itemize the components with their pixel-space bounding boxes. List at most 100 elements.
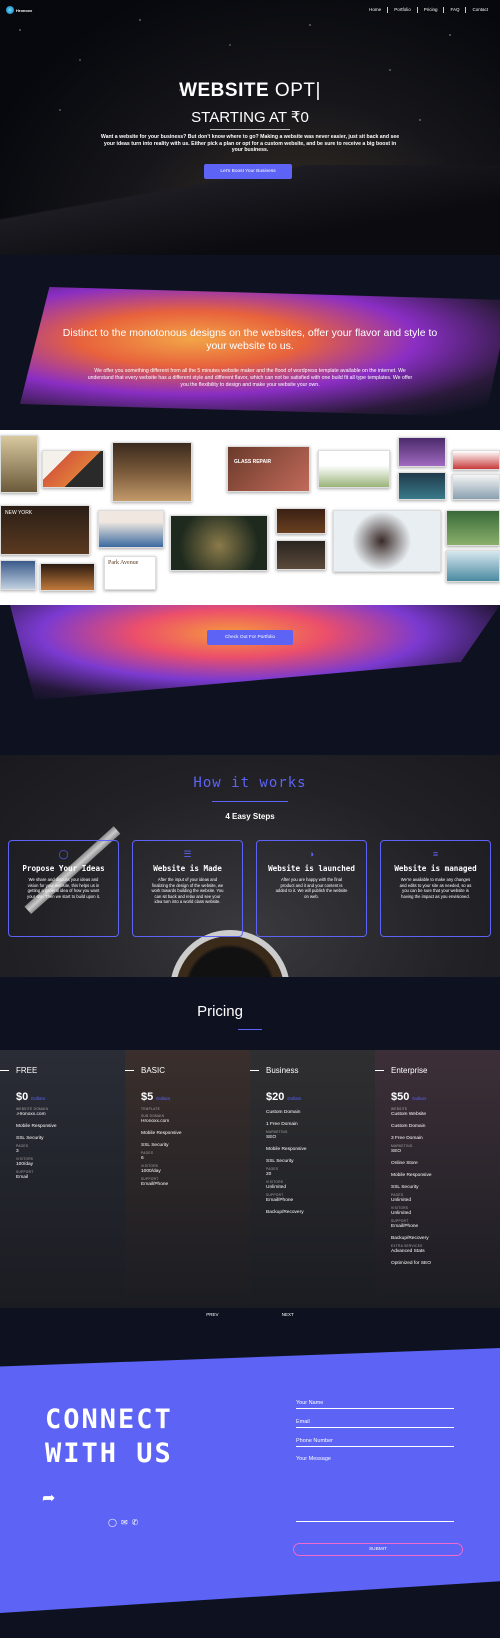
email-field[interactable]: Email (296, 1419, 454, 1428)
coffee-cup-decoration (170, 930, 290, 977)
feature-value: SSL Security (141, 1143, 169, 1148)
portfolio-thumb[interactable] (333, 510, 441, 572)
pricing-plans: FREE $0 Dollars WEBSITE DOMAIN .Hronoxx.com M… (0, 1050, 500, 1308)
step-card-managed: ≡ Website is managed We're available to … (380, 840, 491, 937)
portfolio-thumb[interactable] (170, 515, 268, 571)
portfolio-thumb[interactable] (276, 540, 326, 570)
step-card-launched: ◑ Website is launched After you are happ… (256, 840, 367, 937)
portfolio-thumb[interactable] (446, 510, 500, 546)
portfolio-thumb[interactable] (276, 508, 326, 534)
plan-1: BASIC $5 Dollars TEMPLATE SUB DOMAIN Hronoxx.… (125, 1050, 250, 1308)
plan-price: $20 Dollars (266, 1091, 375, 1103)
nav-item-faq[interactable]: FAQ (443, 7, 465, 13)
price-value: $50 (391, 1091, 410, 1103)
hero-title-typed: OPT| (274, 80, 321, 101)
portfolio-thumb[interactable] (0, 435, 38, 493)
nav-item-home[interactable]: Home (363, 7, 387, 13)
feature-label: MARKETING (391, 1144, 413, 1148)
design-title: Distinct to the monotonous designs on th… (62, 327, 438, 352)
instagram-icon[interactable]: ◯ (108, 1518, 117, 1527)
feature-label: WEBSITE DOMAIN (16, 1107, 49, 1111)
plan-content: BASIC $5 Dollars TEMPLATE SUB DOMAIN Hronoxx.… (125, 1050, 250, 1187)
feature-value: 20 (266, 1172, 272, 1177)
feature-value: Unlimited (266, 1185, 286, 1190)
step-card-made: ☰ Website is Made After the input of you… (132, 840, 243, 937)
pricing-divider (238, 1029, 262, 1030)
feature-value: Unlimited (391, 1198, 411, 1203)
nav-item-pricing[interactable]: Pricing (416, 7, 444, 13)
portfolio-thumb[interactable] (112, 442, 192, 502)
hero-title-bold: WEBSITE (179, 80, 270, 101)
whatsapp-icon[interactable]: ✆ (132, 1518, 139, 1527)
phone-field[interactable]: Phone Number (296, 1438, 454, 1447)
hero-divider (210, 129, 290, 130)
plan-features: WEBSITE Custom Website Custom Domain 3 Free… (391, 1107, 500, 1266)
boost-business-button[interactable]: Let's Boost Your Business (204, 164, 292, 179)
thumb-text: NEW YORK (5, 510, 33, 516)
step-text: After the input of your ideas and finali… (151, 877, 224, 905)
feature-label: VISITORS (141, 1164, 159, 1168)
price-period: Dollars (31, 1096, 46, 1101)
feature-value: SSL Security (266, 1159, 294, 1164)
portfolio-thumb[interactable]: Park Avenue (104, 556, 156, 590)
feature-label: SUPPORT (266, 1193, 284, 1197)
pricing-pager: PREV NEXT (0, 1312, 500, 1317)
feature-label: PAGES (391, 1193, 404, 1197)
message-field[interactable]: Your Message (296, 1456, 454, 1522)
portfolio-thumb[interactable]: GLASS REPAIR (227, 446, 310, 492)
design-paragraph: We offer you something different from al… (87, 368, 413, 388)
name-field[interactable]: Your Name (296, 1400, 454, 1409)
logo-text: Hronoxx (16, 7, 33, 13)
check-portfolio-button[interactable]: Check Out For Portfolio (207, 630, 293, 645)
portfolio-thumb[interactable]: NEW YORK (0, 505, 90, 555)
portfolio-thumb[interactable] (398, 437, 446, 467)
feature-label: WEBSITE (391, 1107, 408, 1111)
portfolio-thumb[interactable] (452, 450, 500, 470)
price-period: Dollars (156, 1096, 171, 1101)
color-splash-bottom (10, 605, 500, 700)
step-title: Website is Made (153, 864, 222, 873)
submit-button[interactable]: SUBMIT (293, 1543, 463, 1556)
plan-name: FREE (0, 1066, 125, 1075)
feature-label: VISITORS (16, 1157, 34, 1161)
feature-value: 100/day (16, 1162, 34, 1167)
nav-item-portfolio[interactable]: Portfolio (387, 7, 417, 13)
design-section: Distinct to the monotonous designs on th… (0, 255, 500, 755)
thumb-text: GLASS REPAIR (234, 459, 272, 465)
mail-icon[interactable]: ✉ (121, 1518, 128, 1527)
portfolio-thumb[interactable] (318, 450, 390, 488)
plan-content: Business $20 Dollars Custom Domain 1 Free Do… (250, 1050, 375, 1215)
hero-title: WEBSITE OPT| (0, 80, 500, 102)
feature-label: SUB DOMAIN (141, 1114, 165, 1118)
feature-value: Advanced Stats (391, 1249, 425, 1254)
feature-label: VISITORS (391, 1206, 409, 1210)
feature-value: Online Store (391, 1161, 418, 1166)
step-title: Propose Your Ideas (22, 864, 105, 873)
next-button[interactable]: NEXT (282, 1312, 294, 1317)
plan-name: Business (250, 1066, 375, 1075)
how-it-works-section: How it works 4 Easy Steps ◯ Propose Your… (0, 755, 500, 977)
price-value: $5 (141, 1091, 154, 1103)
globe-icon: ◑ (308, 849, 315, 859)
curved-arrow-icon: ➦ (42, 1490, 56, 1507)
nav-item-contact[interactable]: Contact (465, 7, 494, 13)
step-title: Website is launched (268, 864, 355, 873)
feature-label: VISITORS (266, 1180, 284, 1184)
logo[interactable]: Hronoxx (6, 6, 32, 14)
portfolio-thumb[interactable] (452, 474, 500, 500)
feature-value: 3 (16, 1149, 19, 1154)
feature-value: Mobile Responsive (266, 1147, 307, 1152)
nav-menu: Home Portfolio Pricing FAQ Contact (363, 7, 494, 13)
prev-button[interactable]: PREV (206, 1312, 218, 1317)
feature-value: SSL Security (16, 1136, 44, 1141)
portfolio-thumb[interactable] (446, 550, 500, 582)
portfolio-thumb[interactable] (40, 563, 95, 591)
step-text: After you are happy with the final produ… (275, 877, 348, 899)
feature-label: PAGES (266, 1167, 279, 1171)
portfolio-thumb[interactable] (42, 450, 104, 488)
portfolio-thumb[interactable] (98, 510, 164, 548)
plan-content: FREE $0 Dollars WEBSITE DOMAIN .Hronoxx.com M… (0, 1050, 125, 1180)
feature-value: SSL Security (391, 1185, 419, 1190)
portfolio-thumb[interactable] (398, 472, 446, 500)
portfolio-thumb[interactable] (0, 560, 36, 590)
